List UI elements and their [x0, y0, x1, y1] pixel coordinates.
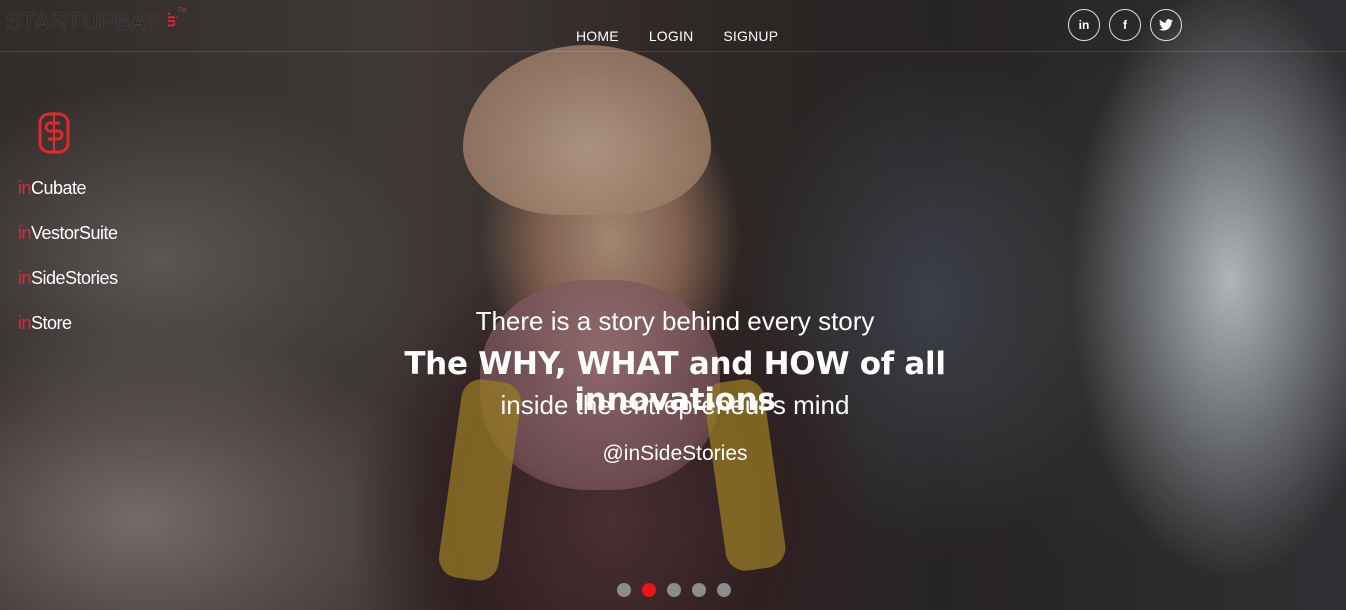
hero-background-image	[0, 0, 1346, 610]
social-links: in f	[1068, 9, 1182, 41]
side-menu-prefix: in	[18, 268, 32, 288]
nav-login-link[interactable]: LOGIN	[649, 28, 694, 44]
side-brand-icon[interactable]	[36, 110, 72, 156]
nav-signup-link[interactable]: SIGNUP	[723, 28, 778, 44]
logo-suffix: .in	[164, 11, 180, 28]
site-logo[interactable]: STARTUPBAY .in TM	[6, 8, 186, 35]
facebook-icon[interactable]: f	[1109, 9, 1141, 41]
side-menu-prefix: in	[18, 223, 32, 243]
carousel-indicators	[617, 583, 731, 597]
carousel-dot-1[interactable]	[617, 583, 631, 597]
side-menu-label: Store	[31, 313, 72, 333]
side-menu-insidestories[interactable]: inSideStories	[18, 268, 118, 291]
carousel-dot-5[interactable]	[717, 583, 731, 597]
facebook-glyph: f	[1123, 18, 1127, 32]
hero-subheadline: inside the entrepreneur's mind	[500, 390, 850, 420]
carousel-dot-2[interactable]	[642, 583, 656, 597]
side-menu-investorsuite[interactable]: inVestorSuite	[18, 223, 118, 246]
linkedin-glyph: in	[1078, 18, 1090, 32]
side-menu-prefix: in	[18, 313, 32, 333]
twitter-bird-glyph	[1159, 19, 1173, 31]
side-menu-label: Cubate	[31, 178, 87, 198]
hero-tagline: There is a story behind every story	[475, 306, 875, 336]
s-monogram-icon	[38, 112, 70, 154]
linkedin-icon[interactable]: in	[1068, 9, 1100, 41]
hero-headline: The WHY, WHAT and HOW of all innovations	[404, 346, 946, 418]
carousel-dot-3[interactable]	[667, 583, 681, 597]
main-nav: HOME LOGIN SIGNUP	[576, 28, 778, 44]
top-bar: STARTUPBAY .in TM HOME LOGIN SIGNUP in f	[0, 0, 1346, 52]
logo-text: STARTUPBAY	[6, 8, 161, 34]
hero-handle[interactable]: @inSideStories	[300, 442, 1050, 466]
side-menu-label: SideStories	[31, 268, 118, 288]
side-menu-prefix: in	[18, 178, 32, 198]
side-menu-instore[interactable]: inStore	[18, 313, 118, 336]
carousel-dot-4[interactable]	[692, 583, 706, 597]
twitter-icon[interactable]	[1150, 9, 1182, 41]
hero-copy: There is a story behind every story The …	[300, 306, 1050, 466]
side-menu: inCubate inVestorSuite inSideStories inS…	[18, 178, 118, 358]
side-menu-label: VestorSuite	[31, 223, 118, 243]
nav-home-link[interactable]: HOME	[576, 28, 619, 44]
side-menu-incubate[interactable]: inCubate	[18, 178, 118, 201]
hero-photo-hat	[463, 45, 711, 215]
